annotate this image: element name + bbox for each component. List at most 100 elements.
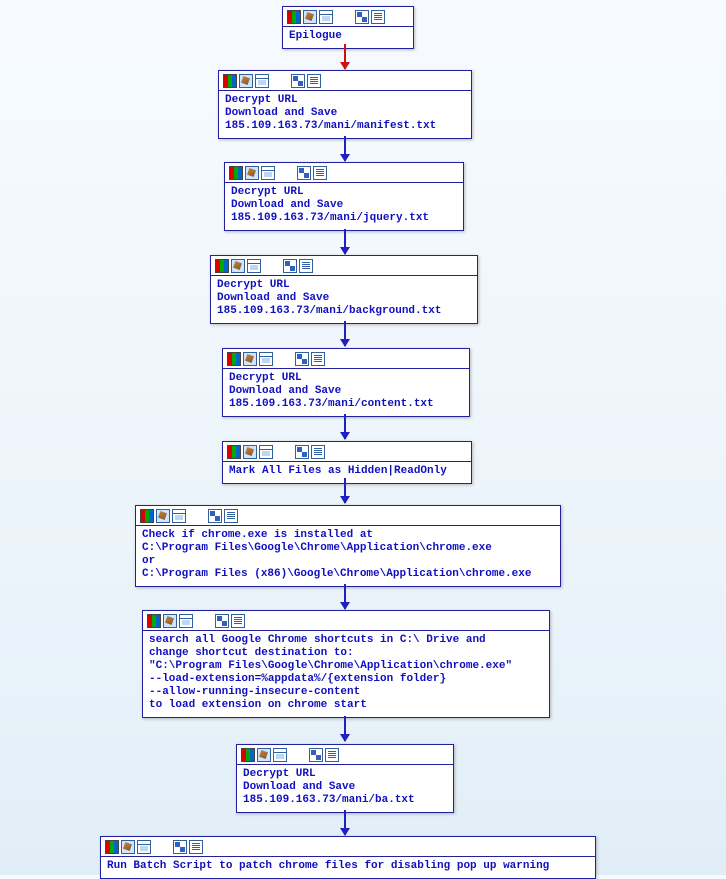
node-toolbar: [237, 745, 453, 765]
node-text-line: to load extension on chrome start: [149, 699, 367, 711]
palette-icon: [229, 166, 243, 180]
toolbar-gap: [275, 445, 293, 459]
palette-icon: [227, 352, 241, 366]
puzzle-icon: [297, 166, 311, 180]
palette-icon: [287, 10, 301, 24]
node-text-line: Check if chrome.exe is installed at: [142, 529, 373, 541]
document-icon: [313, 166, 327, 180]
palette-icon: [241, 748, 255, 762]
node-body: Decrypt URL Download and Save 185.109.16…: [223, 369, 469, 416]
document-icon: [299, 259, 313, 273]
flow-node[interactable]: Decrypt URL Download and Save 185.109.16…: [222, 348, 470, 417]
toolbar-gap: [153, 840, 171, 854]
puzzle-icon: [283, 259, 297, 273]
toolbar-gap: [195, 614, 213, 628]
toolbar-gap: [188, 509, 206, 523]
flow-arrow: [344, 716, 346, 741]
node-text-line: 185.109.163.73/mani/content.txt: [229, 398, 434, 410]
node-toolbar: [101, 837, 595, 857]
document-icon: [371, 10, 385, 24]
document-icon: [224, 509, 238, 523]
flow-node[interactable]: Decrypt URL Download and Save 185.109.16…: [236, 744, 454, 813]
brush-icon: [303, 10, 317, 24]
document-icon: [307, 74, 321, 88]
flow-node[interactable]: Decrypt URL Download and Save 185.109.16…: [210, 255, 478, 324]
brush-icon: [121, 840, 135, 854]
brush-icon: [156, 509, 170, 523]
node-text-line: 185.109.163.73/mani/ba.txt: [243, 794, 415, 806]
node-body: Decrypt URL Download and Save 185.109.16…: [219, 91, 471, 138]
node-text-line: Download and Save: [231, 199, 343, 211]
document-icon: [325, 748, 339, 762]
window-icon: [259, 352, 273, 366]
node-body: Decrypt URL Download and Save 185.109.16…: [225, 183, 463, 230]
node-toolbar: [225, 163, 463, 183]
document-icon: [189, 840, 203, 854]
brush-icon: [163, 614, 177, 628]
flow-arrow: [344, 321, 346, 346]
node-text-line: Download and Save: [243, 781, 355, 793]
flow-node[interactable]: Decrypt URL Download and Save 185.109.16…: [224, 162, 464, 231]
node-text-line: Decrypt URL: [243, 768, 316, 780]
node-body: Decrypt URL Download and Save 185.109.16…: [211, 276, 477, 323]
node-body: Epilogue: [283, 27, 413, 48]
flow-node[interactable]: Decrypt URL Download and Save 185.109.16…: [218, 70, 472, 139]
puzzle-icon: [295, 445, 309, 459]
node-text-line: search all Google Chrome shortcuts in C:…: [149, 634, 486, 646]
node-text-line: C:\Program Files (x86)\Google\Chrome\App…: [142, 568, 531, 580]
node-text-line: Download and Save: [217, 292, 329, 304]
node-body: Mark All Files as Hidden|ReadOnly: [223, 462, 471, 483]
node-text-line: 185.109.163.73/mani/background.txt: [217, 305, 441, 317]
node-text-line: --allow-running-insecure-content: [149, 686, 360, 698]
node-text-line: Decrypt URL: [225, 94, 298, 106]
window-icon: [137, 840, 151, 854]
flow-arrow: [344, 414, 346, 439]
palette-icon: [140, 509, 154, 523]
palette-icon: [223, 74, 237, 88]
node-text-line: Download and Save: [225, 107, 337, 119]
palette-icon: [105, 840, 119, 854]
puzzle-icon: [215, 614, 229, 628]
node-toolbar: [211, 256, 477, 276]
node-text-line: Decrypt URL: [229, 372, 302, 384]
node-toolbar: [143, 611, 549, 631]
window-icon: [179, 614, 193, 628]
toolbar-gap: [275, 352, 293, 366]
flow-node[interactable]: search all Google Chrome shortcuts in C:…: [142, 610, 550, 718]
node-toolbar: [223, 349, 469, 369]
node-text-line: --load-extension=%appdata%/{extension fo…: [149, 673, 446, 685]
puzzle-icon: [208, 509, 222, 523]
node-body: search all Google Chrome shortcuts in C:…: [143, 631, 549, 717]
window-icon: [261, 166, 275, 180]
document-icon: [311, 445, 325, 459]
document-icon: [231, 614, 245, 628]
node-text-line: or: [142, 555, 155, 567]
node-text-line: Decrypt URL: [231, 186, 304, 198]
window-icon: [172, 509, 186, 523]
node-toolbar: [283, 7, 413, 27]
flow-node[interactable]: Run Batch Script to patch chrome files f…: [100, 836, 596, 879]
brush-icon: [243, 445, 257, 459]
flow-node[interactable]: Check if chrome.exe is installed at C:\P…: [135, 505, 561, 587]
brush-icon: [239, 74, 253, 88]
flow-arrow: [344, 810, 346, 835]
puzzle-icon: [173, 840, 187, 854]
puzzle-icon: [295, 352, 309, 366]
flow-arrow: [344, 44, 346, 69]
flow-node[interactable]: Epilogue: [282, 6, 414, 49]
flow-node[interactable]: Mark All Files as Hidden|ReadOnly: [222, 441, 472, 484]
palette-icon: [147, 614, 161, 628]
node-body: Decrypt URL Download and Save 185.109.16…: [237, 765, 453, 812]
toolbar-gap: [335, 10, 353, 24]
brush-icon: [243, 352, 257, 366]
node-text-line: C:\Program Files\Google\Chrome\Applicati…: [142, 542, 492, 554]
flow-arrow: [344, 478, 346, 503]
node-text-line: Epilogue: [289, 30, 342, 42]
node-text-line: Decrypt URL: [217, 279, 290, 291]
node-text-line: 185.109.163.73/mani/manifest.txt: [225, 120, 436, 132]
node-body: Check if chrome.exe is installed at C:\P…: [136, 526, 560, 586]
flow-arrow: [344, 584, 346, 609]
brush-icon: [231, 259, 245, 273]
palette-icon: [215, 259, 229, 273]
node-text-line: 185.109.163.73/mani/jquery.txt: [231, 212, 429, 224]
